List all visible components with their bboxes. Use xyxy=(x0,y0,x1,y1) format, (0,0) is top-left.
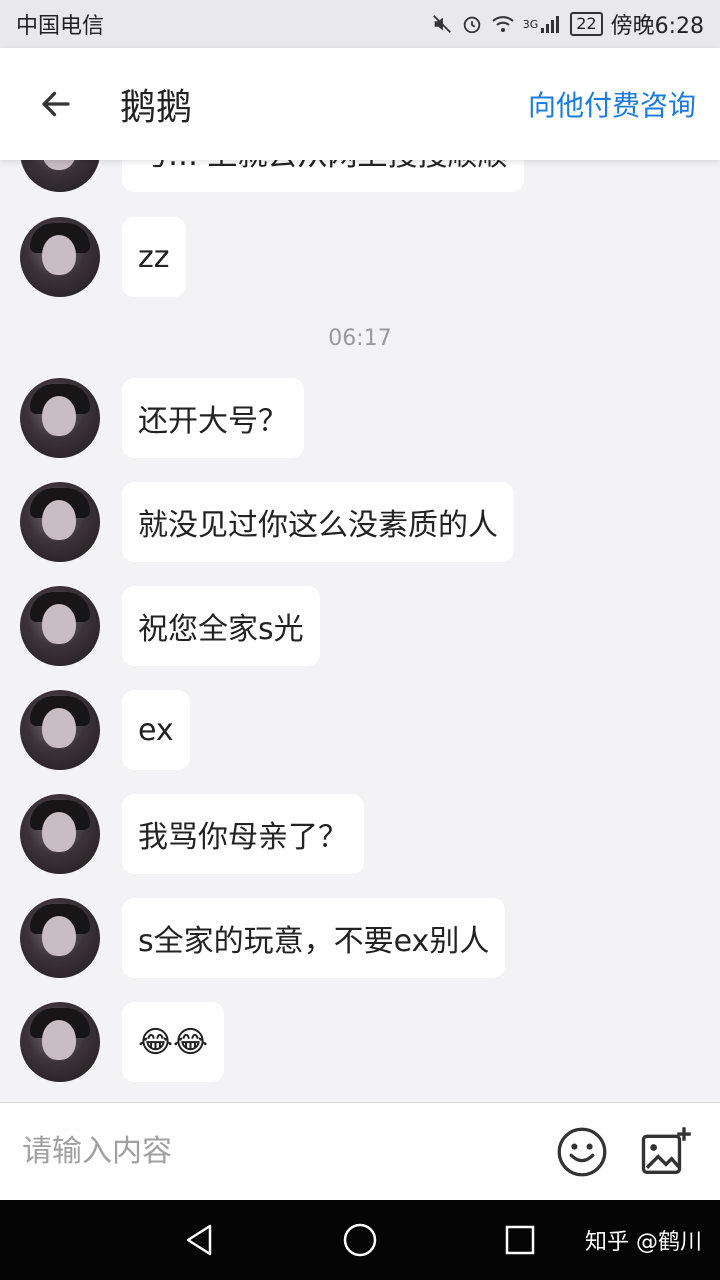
message-row: 我骂你母亲了？ xyxy=(20,794,364,874)
system-nav-bar: 知乎 @鹤川 xyxy=(0,1200,720,1280)
avatar[interactable] xyxy=(20,898,100,978)
avatar[interactable] xyxy=(20,690,100,770)
message-input[interactable] xyxy=(20,1133,552,1170)
add-image-button[interactable] xyxy=(636,1122,696,1182)
avatar[interactable] xyxy=(20,1002,100,1082)
message-row: 与… 上就去从网上搜搜顺顺 xyxy=(20,160,524,192)
avatar[interactable] xyxy=(20,586,100,666)
message-row: ex xyxy=(20,690,190,770)
carrier-label: 中国电信 xyxy=(16,14,105,39)
paid-consult-link[interactable]: 向他付费咨询 xyxy=(528,84,696,124)
avatar[interactable] xyxy=(20,482,100,562)
mute-icon xyxy=(431,13,453,35)
message-bubble[interactable]: ex xyxy=(122,690,190,770)
emoji-button[interactable] xyxy=(552,1122,612,1182)
message-row: 就没见过你这么没素质的人 xyxy=(20,482,514,562)
message-bubble[interactable]: 😂😂 xyxy=(122,1002,225,1082)
message-bubble[interactable]: s全家的玩意，不要ex别人 xyxy=(122,898,506,978)
avatar[interactable] xyxy=(20,378,100,458)
message-row: zz xyxy=(20,217,186,297)
avatar[interactable] xyxy=(20,160,100,192)
square-recents-icon xyxy=(505,1225,535,1255)
clock: 傍晚6:28 xyxy=(610,14,704,39)
alarm-icon xyxy=(461,13,483,35)
message-input-bar xyxy=(0,1102,720,1200)
nav-home-button[interactable] xyxy=(340,1220,380,1260)
avatar[interactable] xyxy=(20,794,100,874)
nav-back-button[interactable] xyxy=(180,1220,220,1260)
chat-header: 鹅鹅 向他付费咨询 xyxy=(0,48,720,160)
message-row: 还开大号？ xyxy=(20,378,304,458)
message-bubble[interactable]: 我骂你母亲了？ xyxy=(122,794,364,874)
message-row: 祝您全家s光 xyxy=(20,586,320,666)
message-timestamp: 06:17 xyxy=(328,326,392,351)
avatar[interactable] xyxy=(20,217,100,297)
message-row: 😂😂 xyxy=(20,1002,225,1082)
message-bubble[interactable]: 就没见过你这么没素质的人 xyxy=(122,482,514,562)
circle-home-icon xyxy=(343,1223,377,1257)
nav-recents-button[interactable] xyxy=(500,1220,540,1260)
status-bar: 中国电信 3G 22 傍晚6:28 xyxy=(0,0,720,48)
page-title: 鹅鹅 xyxy=(120,87,193,128)
watermark: 知乎 @鹤川 xyxy=(585,1230,702,1255)
network-type: 3G xyxy=(522,17,539,31)
message-bubble[interactable]: 祝您全家s光 xyxy=(122,586,320,666)
arrow-left-icon xyxy=(42,91,70,117)
message-row: s全家的玩意，不要ex别人 xyxy=(20,898,506,978)
back-button[interactable] xyxy=(16,48,96,160)
message-bubble[interactable]: 还开大号？ xyxy=(122,378,304,458)
message-bubble[interactable]: zz xyxy=(122,217,186,297)
status-icons: 3G 22 傍晚6:28 xyxy=(431,8,704,40)
smiley-icon xyxy=(557,1127,607,1176)
signal-icon: 3G xyxy=(523,14,563,34)
message-bubble[interactable]: 与… 上就去从网上搜搜顺顺 xyxy=(122,160,524,192)
wifi-icon xyxy=(491,14,515,34)
message-list[interactable]: 与… 上就去从网上搜搜顺顺 zz 06:17 还开大号？ 就没见过你这么没素质的… xyxy=(0,160,720,1102)
battery-icon: 22 xyxy=(570,12,603,36)
add-image-icon xyxy=(641,1126,691,1174)
triangle-back-icon xyxy=(186,1224,212,1256)
